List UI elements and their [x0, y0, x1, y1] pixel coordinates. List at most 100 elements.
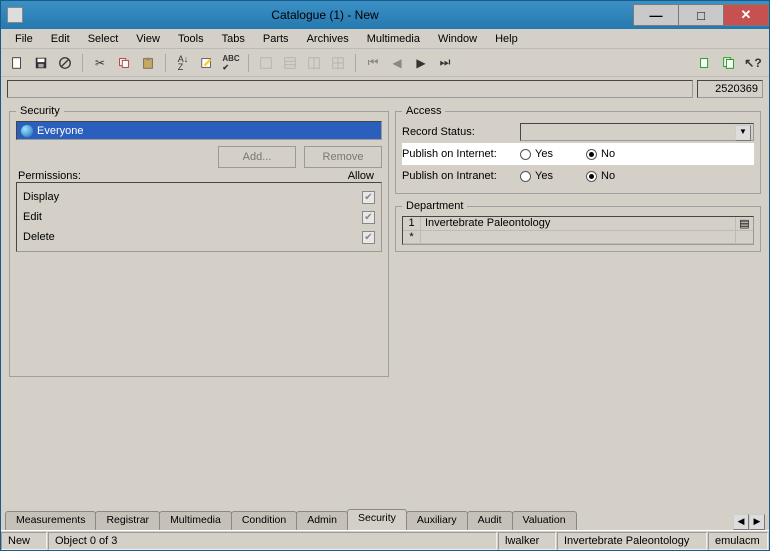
tab-auxiliary[interactable]: Auxiliary	[406, 511, 468, 530]
publish-internet-label: Publish on Internet:	[402, 148, 514, 160]
record-status-combo[interactable]	[520, 123, 754, 141]
security-list[interactable]: Everyone	[16, 121, 382, 140]
copy-icon[interactable]	[114, 53, 134, 73]
status-bar: New Object 0 of 3 lwalker Invertebrate P…	[1, 530, 769, 550]
add-button[interactable]: Add...	[218, 146, 296, 168]
security-item-label: Everyone	[37, 125, 83, 137]
cut-icon[interactable]: ✂	[90, 53, 110, 73]
department-legend: Department	[402, 200, 467, 212]
copy-record-icon[interactable]	[695, 53, 715, 73]
prev-record-icon[interactable]: ◀	[387, 53, 407, 73]
access-group: Access Record Status: Publish on Interne…	[395, 105, 761, 194]
security-list-item[interactable]: Everyone	[17, 122, 381, 139]
status-mode: New	[1, 532, 47, 550]
view3-icon[interactable]	[304, 53, 324, 73]
menu-tabs[interactable]: Tabs	[214, 31, 253, 47]
row-index: *	[403, 231, 421, 243]
locator-row: 2520369	[1, 77, 769, 101]
close-button[interactable]: ✕	[723, 4, 769, 26]
cancel-icon[interactable]	[55, 53, 75, 73]
menu-select[interactable]: Select	[80, 31, 127, 47]
permission-row: Edit ✔	[23, 207, 375, 227]
menu-view[interactable]: View	[128, 31, 168, 47]
department-grid: 1 Invertebrate Paleontology ▤ *	[402, 216, 754, 245]
menu-window[interactable]: Window	[430, 31, 485, 47]
publish-intranet-yes-radio[interactable]	[520, 171, 531, 182]
publish-intranet-no-radio[interactable]	[586, 171, 597, 182]
last-record-icon[interactable]: ⏭	[435, 53, 455, 73]
next-record-icon[interactable]: ▶	[411, 53, 431, 73]
tab-measurements[interactable]: Measurements	[5, 511, 96, 530]
content-area: Security Everyone Add... Remove Permissi…	[1, 101, 769, 508]
lookup-icon[interactable]: ▤	[735, 217, 753, 230]
tab-multimedia[interactable]: Multimedia	[159, 511, 232, 530]
allow-label: Allow	[348, 170, 374, 182]
permission-checkbox-edit[interactable]: ✔	[362, 211, 375, 224]
permission-label: Edit	[23, 211, 42, 223]
view4-icon[interactable]	[328, 53, 348, 73]
toolbar: ✂ A↓Z ABC✔ ⏮ ◀ ▶ ⏭ ↖?	[1, 49, 769, 77]
tab-bar: Measurements Registrar Multimedia Condit…	[1, 508, 769, 530]
view2-icon[interactable]	[280, 53, 300, 73]
tab-valuation[interactable]: Valuation	[512, 511, 577, 530]
edit-form-icon[interactable]	[197, 53, 217, 73]
row-spacer	[735, 231, 753, 243]
new-icon[interactable]	[7, 53, 27, 73]
permission-row: Delete ✔	[23, 227, 375, 247]
globe-icon	[21, 125, 33, 137]
permission-checkbox-display[interactable]: ✔	[362, 191, 375, 204]
tab-registrar[interactable]: Registrar	[95, 511, 160, 530]
status-user: lwalker	[498, 532, 556, 550]
record-number: 2520369	[697, 80, 763, 98]
status-server: emulacm	[708, 532, 768, 550]
view1-icon[interactable]	[256, 53, 276, 73]
window-title: Catalogue (1) - New	[0, 8, 650, 22]
menu-edit[interactable]: Edit	[43, 31, 78, 47]
row-index: 1	[403, 217, 421, 230]
permissions-list: Display ✔ Edit ✔ Delete ✔	[16, 182, 382, 252]
tab-security[interactable]: Security	[347, 509, 407, 530]
first-record-icon[interactable]: ⏮	[363, 53, 383, 73]
publish-intranet-label: Publish on Intranet:	[402, 170, 514, 182]
tab-audit[interactable]: Audit	[467, 511, 513, 530]
tab-condition[interactable]: Condition	[231, 511, 297, 530]
department-value[interactable]	[421, 231, 735, 243]
copy-records-icon[interactable]	[719, 53, 739, 73]
app-window: Catalogue (1) - New — □ ✕ File Edit Sele…	[0, 0, 770, 551]
department-value[interactable]: Invertebrate Paleontology	[421, 217, 735, 230]
permission-checkbox-delete[interactable]: ✔	[362, 231, 375, 244]
sort-icon[interactable]: A↓Z	[173, 53, 193, 73]
menu-file[interactable]: File	[7, 31, 41, 47]
department-row: 1 Invertebrate Paleontology ▤	[403, 217, 753, 231]
menu-archives[interactable]: Archives	[299, 31, 357, 47]
locator-input[interactable]	[7, 80, 693, 98]
status-department: Invertebrate Paleontology	[557, 532, 707, 550]
tab-scroll-right[interactable]: ▶	[749, 514, 765, 530]
permission-row: Display ✔	[23, 187, 375, 207]
publish-internet-no-radio[interactable]	[586, 149, 597, 160]
publish-internet-yes-radio[interactable]	[520, 149, 531, 160]
save-icon[interactable]	[31, 53, 51, 73]
maximize-button[interactable]: □	[678, 4, 724, 26]
paste-icon[interactable]	[138, 53, 158, 73]
tab-admin[interactable]: Admin	[296, 511, 348, 530]
publish-intranet-row: Publish on Intranet: Yes No	[402, 165, 754, 187]
titlebar: Catalogue (1) - New — □ ✕	[1, 1, 769, 29]
remove-button[interactable]: Remove	[304, 146, 382, 168]
context-help-icon[interactable]: ↖?	[743, 53, 763, 73]
security-legend: Security	[16, 105, 64, 117]
access-legend: Access	[402, 105, 445, 117]
menubar: File Edit Select View Tools Tabs Parts A…	[1, 29, 769, 49]
menu-multimedia[interactable]: Multimedia	[359, 31, 428, 47]
record-status-label: Record Status:	[402, 126, 514, 138]
department-group: Department 1 Invertebrate Paleontology ▤…	[395, 200, 761, 252]
menu-parts[interactable]: Parts	[255, 31, 297, 47]
spellcheck-icon[interactable]: ABC✔	[221, 53, 241, 73]
menu-tools[interactable]: Tools	[170, 31, 212, 47]
tab-scroll-left[interactable]: ◀	[733, 514, 749, 530]
menu-help[interactable]: Help	[487, 31, 526, 47]
permission-label: Delete	[23, 231, 55, 243]
publish-internet-row: Publish on Internet: Yes No	[402, 143, 754, 165]
security-group: Security Everyone Add... Remove Permissi…	[9, 105, 389, 377]
status-object: Object 0 of 3	[48, 532, 497, 550]
